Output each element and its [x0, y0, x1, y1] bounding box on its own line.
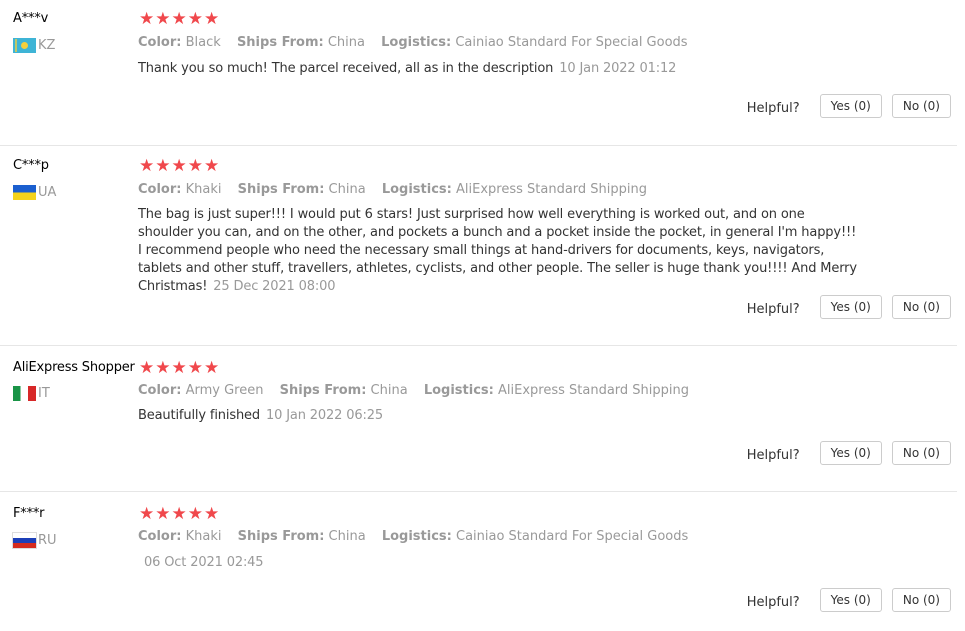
reviewer-name: F***r — [13, 506, 45, 521]
reviewer-country: RU — [12, 532, 57, 549]
helpful-yes-button[interactable]: Yes (0) — [819, 441, 882, 465]
review-body: Beautifully finished — [138, 408, 260, 423]
ships-from-value: China — [370, 383, 408, 398]
rating-stars: ★★★★★ — [139, 156, 221, 175]
review-body: Thank you so much! The parcel received, … — [138, 61, 554, 76]
logistics-value: AliExpress Standard Shipping — [456, 182, 647, 197]
helpful-yes-button[interactable]: Yes (0) — [819, 295, 882, 319]
rating-stars: ★★★★★ — [139, 504, 221, 523]
ships-from-label: Ships From: — [236, 35, 324, 50]
reviewer-name: C***p — [13, 158, 49, 173]
review-date: 06 Oct 2021 02:45 — [144, 555, 264, 570]
helpful-label: Helpful? — [746, 594, 800, 610]
ukraine-flag-icon — [13, 185, 36, 200]
color-label: Color: — [138, 182, 182, 197]
logistics-value: Cainiao Standard For Special Goods — [456, 529, 689, 544]
helpful-no-button[interactable]: No (0) — [891, 295, 951, 319]
logistics-label: Logistics: — [381, 529, 452, 544]
reviewer-name: AliExpress Shopper — [13, 360, 135, 375]
color-value: Army Green — [185, 383, 264, 398]
review-text: 06 Oct 2021 02:45 — [138, 554, 863, 572]
helpful-section: Helpful? Yes (0) No (0) — [747, 295, 951, 319]
review-text: Beautifully finished 10 Jan 2022 06:25 — [138, 407, 863, 425]
helpful-section: Helpful? Yes (0) No (0) — [747, 441, 951, 465]
helpful-yes-button[interactable]: Yes (0) — [819, 94, 882, 118]
sku-info: Color: Army Green Ships From: China Logi… — [138, 383, 701, 398]
review-text: Thank you so much! The parcel received, … — [138, 60, 863, 78]
color-value: Black — [185, 35, 221, 50]
kazakhstan-flag-icon — [13, 38, 36, 53]
reviewer-country: KZ — [13, 38, 55, 53]
italy-flag-icon — [13, 386, 36, 401]
reviewer-country: IT — [13, 386, 50, 401]
ships-from-value: China — [327, 35, 365, 50]
helpful-yes-button[interactable]: Yes (0) — [819, 588, 882, 612]
logistics-label: Logistics: — [381, 35, 452, 50]
helpful-label: Helpful? — [746, 447, 800, 463]
color-label: Color: — [138, 529, 182, 544]
ships-from-label: Ships From: — [237, 182, 325, 197]
review-date: 10 Jan 2022 06:25 — [266, 408, 383, 423]
logistics-value: Cainiao Standard For Special Goods — [455, 35, 688, 50]
helpful-no-button[interactable]: No (0) — [891, 441, 951, 465]
logistics-label: Logistics: — [423, 383, 494, 398]
color-value: Khaki — [185, 182, 222, 197]
helpful-label: Helpful? — [746, 100, 800, 116]
helpful-no-button[interactable]: No (0) — [891, 94, 951, 118]
country-code: KZ — [38, 38, 56, 53]
sku-info: Color: Khaki Ships From: China Logistics… — [138, 529, 700, 544]
rating-stars: ★★★★★ — [139, 9, 221, 28]
review-item: C***p UA ★★★★★ Color: Khaki Ships From: … — [0, 146, 957, 346]
review-item: F***r RU ★★★★★ Color: Khaki Ships From: … — [0, 492, 957, 631]
ships-from-label: Ships From: — [279, 383, 367, 398]
color-value: Khaki — [185, 529, 222, 544]
helpful-no-button[interactable]: No (0) — [891, 588, 951, 612]
logistics-value: AliExpress Standard Shipping — [498, 383, 689, 398]
review-date: 25 Dec 2021 08:00 — [213, 279, 336, 294]
helpful-section: Helpful? Yes (0) No (0) — [747, 94, 951, 118]
russia-flag-icon — [12, 532, 37, 549]
review-item: AliExpress Shopper IT ★★★★★ Color: Army … — [0, 346, 957, 492]
sku-info: Color: Khaki Ships From: China Logistics… — [138, 182, 659, 197]
color-label: Color: — [138, 35, 182, 50]
country-code: UA — [38, 185, 57, 200]
review-item: A***v KZ ★★★★★ Color: Black Ships From: … — [0, 0, 957, 146]
helpful-label: Helpful? — [746, 301, 800, 317]
rating-stars: ★★★★★ — [139, 358, 221, 377]
review-text: The bag is just super!!! I would put 6 s… — [138, 206, 863, 296]
country-code: RU — [38, 533, 57, 548]
review-date: 10 Jan 2022 01:12 — [559, 61, 677, 76]
sku-info: Color: Black Ships From: China Logistics… — [138, 35, 700, 50]
ships-from-value: China — [328, 529, 366, 544]
color-label: Color: — [138, 383, 182, 398]
ships-from-value: China — [328, 182, 366, 197]
logistics-label: Logistics: — [381, 182, 452, 197]
country-code: IT — [38, 386, 50, 401]
reviewer-name: A***v — [13, 11, 49, 26]
reviewer-country: UA — [13, 185, 56, 200]
helpful-section: Helpful? Yes (0) No (0) — [747, 588, 951, 612]
ships-from-label: Ships From: — [237, 529, 325, 544]
